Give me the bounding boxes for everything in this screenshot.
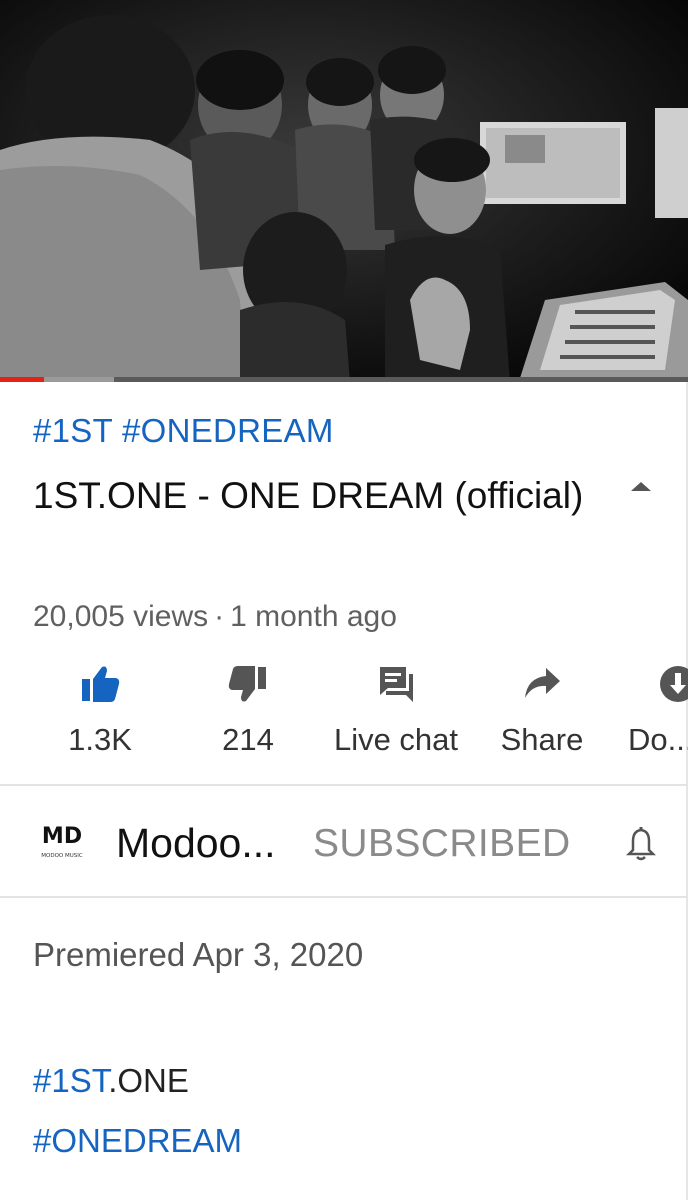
view-count: 20,005 views xyxy=(33,600,209,633)
svg-text:MD: MD xyxy=(42,824,82,849)
video-player[interactable] xyxy=(0,0,688,382)
hashtag-line-2[interactable]: #ONEDREAM xyxy=(33,1122,242,1160)
download-button[interactable]: Do... xyxy=(620,664,688,774)
video-title[interactable]: 1ST.ONE - ONE DREAM (official) xyxy=(33,468,593,524)
video-info: #1ST #ONEDREAM 1ST.ONE - ONE DREAM (offi… xyxy=(0,382,688,786)
download-icon xyxy=(660,666,688,702)
live-chat-label: Live chat xyxy=(333,722,459,757)
action-bar: 1.3K 214 Live chat Share Do... xyxy=(0,664,688,774)
hashtag-suffix: .ONE xyxy=(108,1062,189,1099)
video-description: Premiered Apr 3, 2020 #1ST.ONE #ONEDREAM xyxy=(0,898,688,1200)
thumbs-down-icon xyxy=(228,666,266,702)
live-chat-button[interactable]: Live chat xyxy=(322,664,470,774)
share-button[interactable]: Share xyxy=(492,664,592,774)
dislike-button[interactable]: 214 xyxy=(196,664,300,774)
channel-avatar[interactable]: MD MODOO MUSIC xyxy=(32,810,92,870)
like-count: 1.3K xyxy=(68,722,132,757)
download-label: Do... xyxy=(628,722,688,757)
video-hashtags[interactable]: #1ST #ONEDREAM xyxy=(33,412,334,450)
thumbs-up-icon xyxy=(82,666,120,702)
dislike-count: 214 xyxy=(222,722,274,757)
premiere-date: Premiered Apr 3, 2020 xyxy=(33,936,364,973)
modoo-logo-icon: MD MODOO MUSIC xyxy=(41,824,83,859)
channel-name[interactable]: Modoo... xyxy=(116,820,276,867)
chat-icon xyxy=(380,667,413,702)
video-frame xyxy=(0,0,688,382)
channel-row: MD MODOO MUSIC Modoo... SUBSCRIBED xyxy=(0,786,688,898)
upload-age: 1 month ago xyxy=(230,600,397,633)
meta-separator: · xyxy=(214,600,225,633)
subscribe-button[interactable]: SUBSCRIBED xyxy=(313,822,571,866)
share-icon xyxy=(525,668,560,698)
svg-text:MODOO MUSIC: MODOO MUSIC xyxy=(41,853,83,859)
hashtag-link[interactable]: #1ST xyxy=(33,1062,108,1099)
collapse-chevron-icon[interactable] xyxy=(626,472,656,502)
share-label: Share xyxy=(500,722,584,757)
video-meta: 20,005 views · 1 month ago xyxy=(33,600,397,634)
hashtag-line-1: #1ST.ONE xyxy=(33,1062,189,1100)
bell-icon[interactable] xyxy=(626,826,656,862)
like-button[interactable]: 1.3K xyxy=(48,664,152,774)
